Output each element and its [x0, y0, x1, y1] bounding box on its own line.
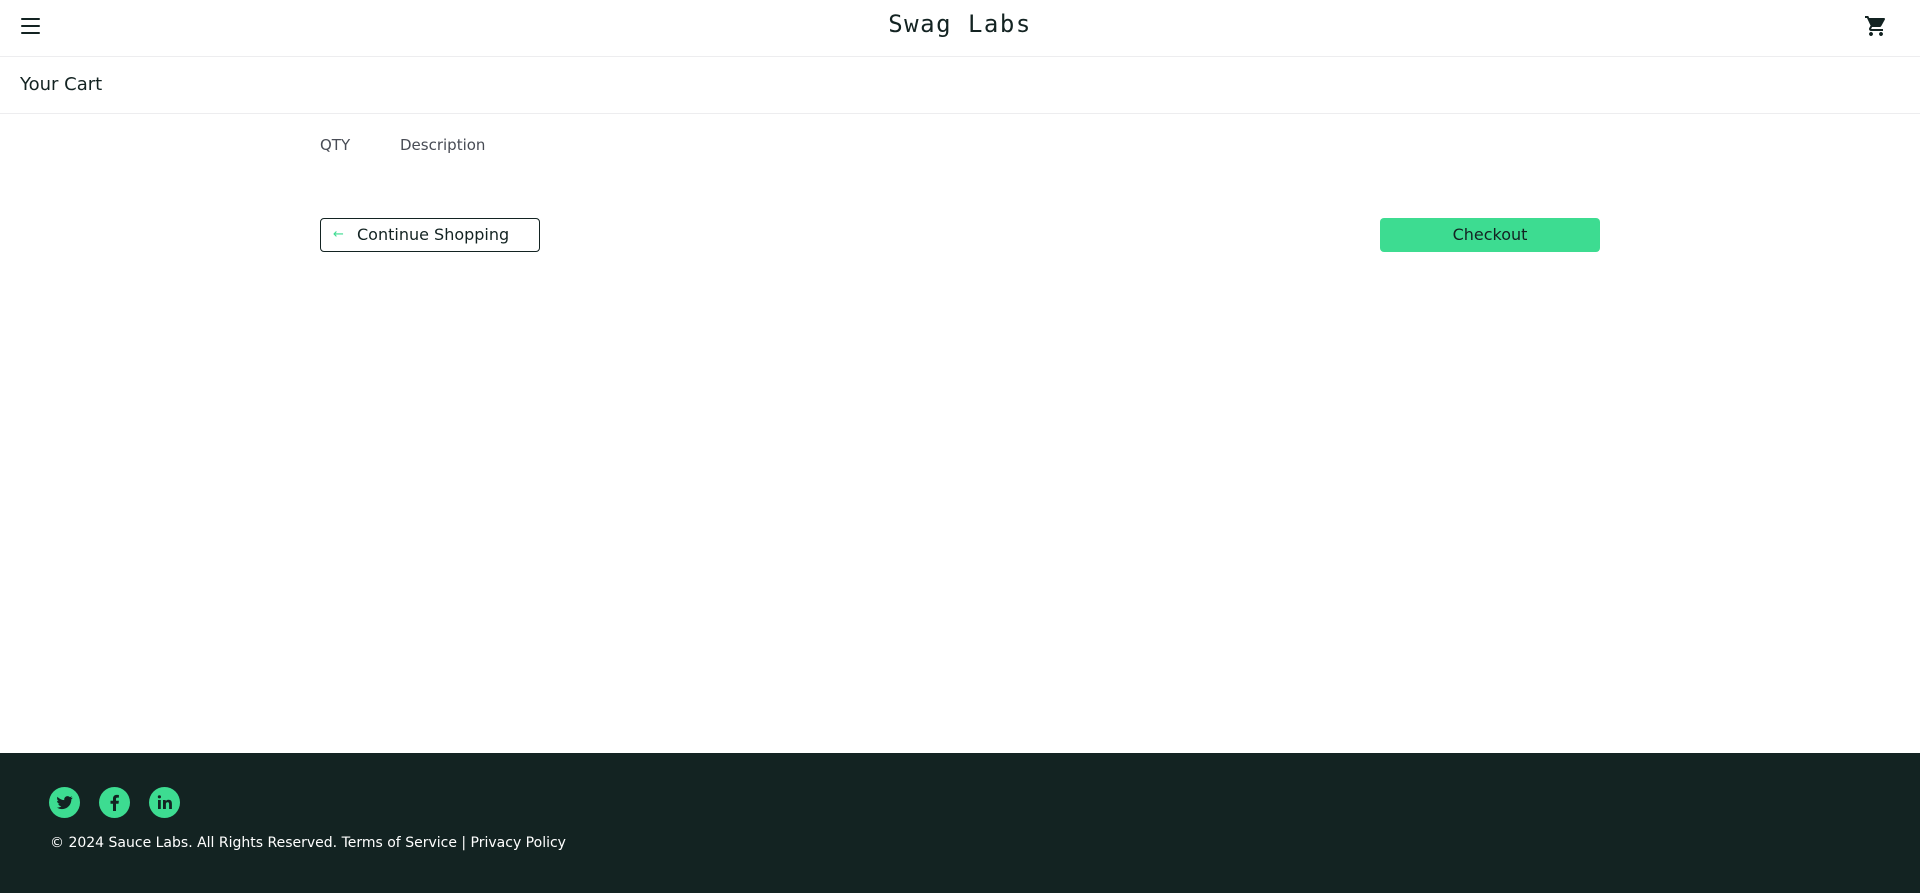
shopping-cart-link[interactable] — [1864, 14, 1888, 38]
linkedin-link[interactable] — [149, 787, 180, 818]
shopping-cart-icon — [1865, 16, 1886, 36]
secondary-header: Your Cart — [0, 57, 1920, 114]
footer-copyright: © 2024 Sauce Labs. All Rights Reserved. … — [50, 835, 566, 851]
arrow-left-icon: ← — [333, 227, 344, 242]
continue-shopping-label: Continue Shopping — [357, 225, 510, 244]
continue-shopping-button[interactable]: ← Continue Shopping — [320, 218, 540, 252]
cart-list-header: QTY Description — [320, 136, 1600, 156]
checkout-label: Checkout — [1452, 225, 1528, 244]
page-title: Your Cart — [20, 74, 103, 95]
twitter-link[interactable] — [49, 787, 80, 818]
primary-header: Swag Labs — [0, 0, 1920, 57]
linkedin-icon — [157, 795, 172, 809]
facebook-link[interactable] — [99, 787, 130, 818]
twitter-icon — [57, 796, 73, 810]
description-label: Description — [400, 136, 486, 154]
app-logo: Swag Labs — [888, 10, 1032, 38]
checkout-button[interactable]: Checkout — [1380, 218, 1600, 252]
footer: © 2024 Sauce Labs. All Rights Reserved. … — [0, 753, 1920, 893]
qty-label: QTY — [320, 136, 351, 154]
facebook-icon — [110, 794, 119, 811]
page: Swag Labs Your Cart QTY Description ← Co… — [0, 0, 1920, 893]
